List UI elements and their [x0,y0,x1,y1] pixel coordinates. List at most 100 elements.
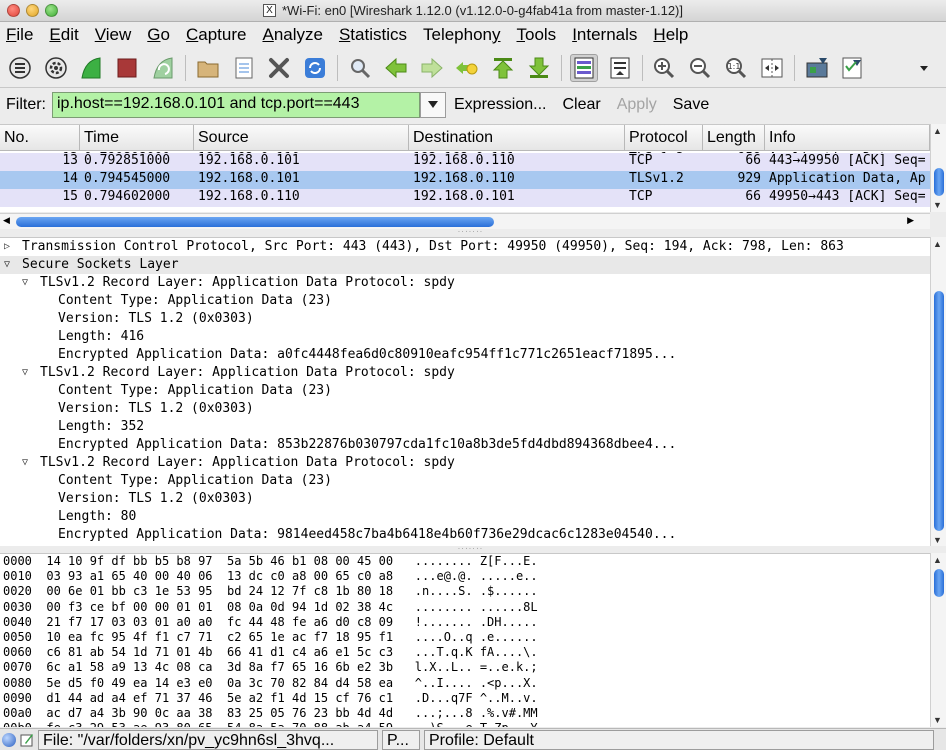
scroll-right-icon[interactable]: ▶ [907,215,914,226]
capture-filters-icon[interactable] [803,54,831,82]
packet-row[interactable]: 14 0.794545000 192.168.0.101 192.168.0.110 T… [0,171,930,189]
zoom-window-button[interactable] [45,4,58,17]
packet-row[interactable]: 13 0.792851000 192.168.0.101 192.168.0.110 T… [0,153,930,171]
packet-row[interactable]: 15 0.794602000 192.168.0.110 192.168.0.101 T… [0,189,930,207]
hex-dump-row[interactable]: 0090 d1 44 ad a4 ef 71 37 46 5e a2 f1 4d… [0,691,930,706]
first-packet-icon[interactable] [489,54,517,82]
menu-capture[interactable]: Capture [186,25,246,45]
detail-row[interactable]: ▽ TLSv1.2 Record Layer: Application Data … [0,274,930,292]
go-forward-icon[interactable] [418,54,446,82]
hex-dump-row[interactable]: 0010 03 93 a1 65 40 00 40 06 13 dc c0 a8… [0,569,930,584]
collapse-triangle-icon[interactable]: ▽ [22,274,28,292]
close-file-icon[interactable] [266,54,294,82]
scroll-thumb[interactable] [934,168,944,196]
column-header-length[interactable]: Length [703,125,765,150]
menu-analyze[interactable]: Analyze [262,25,322,45]
scroll-up-icon[interactable]: ▲ [933,126,942,136]
zoom-out-icon[interactable] [686,54,714,82]
auto-scroll-icon[interactable] [606,54,634,82]
capture-comment-icon[interactable] [20,733,34,747]
detail-row[interactable]: Version: TLS 1.2 (0x0303) [0,400,930,418]
bytes-scrollbar[interactable]: ▲ ▼ [930,553,946,727]
detail-row[interactable]: Length: 352 [0,418,930,436]
stop-capture-icon[interactable] [113,54,141,82]
detail-row[interactable]: Content Type: Application Data (23) [0,382,930,400]
detail-row[interactable]: ▽ Secure Sockets Layer [0,256,930,274]
column-header-destination[interactable]: Destination [409,125,625,150]
menu-edit[interactable]: Edit [49,25,78,45]
normal-size-icon[interactable]: 1:1 [722,54,750,82]
scroll-down-icon[interactable]: ▼ [933,715,942,725]
find-packet-icon[interactable] [346,54,374,82]
packet-list-hscrollbar[interactable]: ◀ ▶ [0,213,930,229]
menu-statistics[interactable]: Statistics [339,25,407,45]
close-window-button[interactable] [7,4,20,17]
more-icon[interactable] [910,54,938,82]
scroll-down-icon[interactable]: ▼ [933,200,942,210]
go-to-packet-icon[interactable] [454,54,482,82]
menu-tools[interactable]: Tools [517,25,557,45]
collapse-triangle-icon[interactable]: ▽ [4,256,10,274]
detail-row[interactable]: Encrypted Application Data: a0fc4448fea6… [0,346,930,364]
column-header-protocol[interactable]: Protocol [625,125,703,150]
column-header-info[interactable]: Info [765,125,930,150]
column-header-time[interactable]: Time [80,125,194,150]
restart-capture-icon[interactable] [149,54,177,82]
menu-telephony[interactable]: Telephony [423,25,501,45]
hex-dump-row[interactable]: 0040 21 f7 17 03 03 01 a0 a0 fc 44 48 fe… [0,615,930,630]
open-file-icon[interactable] [194,54,222,82]
scroll-thumb[interactable] [934,291,944,531]
clear-button[interactable]: Clear [562,96,600,114]
detail-row[interactable]: Encrypted Application Data: 853b22876b03… [0,436,930,454]
start-capture-icon[interactable] [78,54,106,82]
menu-file[interactable]: File [6,25,33,45]
options-icon[interactable] [42,54,70,82]
hex-dump-row[interactable]: 0060 c6 81 ab 54 1d 71 01 4b 66 41 d1 c4… [0,645,930,660]
menu-internals[interactable]: Internals [572,25,637,45]
scroll-thumb[interactable] [934,569,944,597]
resize-columns-icon[interactable] [758,54,786,82]
interfaces-icon[interactable] [6,54,34,82]
apply-button[interactable]: Apply [617,96,657,114]
save-file-icon[interactable] [230,54,258,82]
reload-icon[interactable] [301,54,329,82]
menu-view[interactable]: View [95,25,132,45]
detail-row[interactable]: ▽ TLSv1.2 Record Layer: Application Data … [0,454,930,472]
detail-row[interactable]: Content Type: Application Data (23) [0,292,930,310]
hex-dump-row[interactable]: 0080 5e d5 f0 49 ea 14 e3 e0 0a 3c 70 82… [0,676,930,691]
hex-dump-row[interactable]: 0020 00 6e 01 bb c3 1e 53 95 bd 24 12 7f… [0,584,930,599]
hex-dump-row[interactable]: 0030 00 f3 ce bf 00 00 01 01 08 0a 0d 94… [0,600,930,615]
hex-dump-row[interactable]: 00b0 fe c3 29 53 ae 93 80 65 54 8a 5a 70… [0,721,930,727]
expand-triangle-icon[interactable]: ▷ [4,238,10,256]
display-filters-icon[interactable] [839,54,867,82]
hex-dump-row[interactable]: 00a0 ac d7 a4 3b 90 0c aa 38 83 25 05 76… [0,706,930,721]
expression-button[interactable]: Expression... [454,96,546,114]
detail-row[interactable]: Version: TLS 1.2 (0x0303) [0,310,930,328]
colorize-icon[interactable] [569,53,598,82]
hscroll-thumb[interactable] [16,217,494,227]
filter-history-dropdown[interactable] [420,92,446,118]
detail-row[interactable]: Version: TLS 1.2 (0x0303) [0,490,930,508]
hex-dump-row[interactable]: 0000 14 10 9f df bb b5 b8 97 5a 5b 46 b1… [0,554,930,569]
column-header-no[interactable]: No. [0,125,80,150]
column-header-source[interactable]: Source [194,125,409,150]
details-scrollbar[interactable]: ▲ ▼ [930,237,946,547]
detail-row[interactable]: ▷ Transmission Control Protocol, Src Port… [0,238,930,256]
scroll-down-icon[interactable]: ▼ [933,535,942,545]
detail-row[interactable]: Length: 416 [0,328,930,346]
detail-row[interactable]: Encrypted Application Data: 9814eed458c7… [0,526,930,544]
scroll-up-icon[interactable]: ▲ [933,239,942,249]
display-filter-input[interactable]: ip.host==192.168.0.101 and tcp.port==443 [52,92,420,118]
minimize-window-button[interactable] [26,4,39,17]
status-profile[interactable]: Profile: Default [424,729,934,750]
go-back-icon[interactable] [382,54,410,82]
scroll-left-icon[interactable]: ◀ [3,215,10,226]
detail-row[interactable]: Content Type: Application Data (23) [0,472,930,490]
menu-help[interactable]: Help [653,25,688,45]
detail-row[interactable]: ▽ TLSv1.2 Record Layer: Application Data … [0,364,930,382]
hex-dump-row[interactable]: 0050 10 ea fc 95 4f f1 c7 71 c2 65 1e ac… [0,630,930,645]
expert-info-icon[interactable] [2,732,16,747]
save-filter-button[interactable]: Save [673,96,709,114]
detail-row[interactable]: Length: 80 [0,508,930,526]
hex-dump-row[interactable]: 0070 6c a1 58 a9 13 4c 08 ca 3d 8a f7 65… [0,660,930,675]
